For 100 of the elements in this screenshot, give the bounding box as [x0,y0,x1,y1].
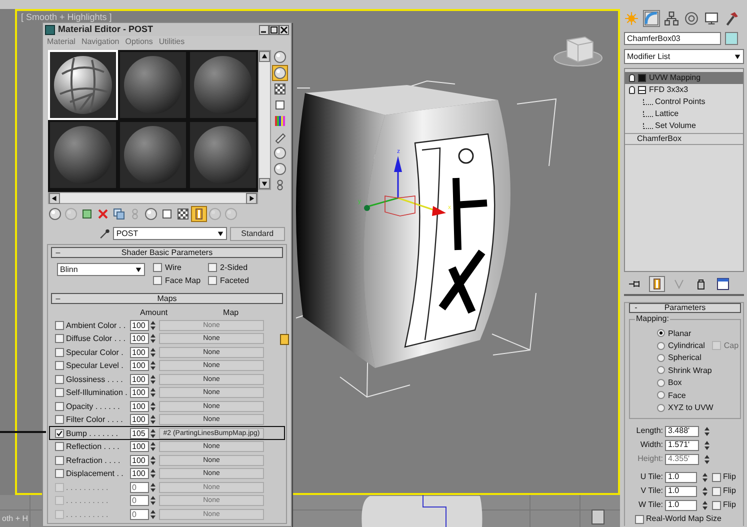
color-bars-icon[interactable] [273,114,287,128]
amount-field[interactable]: 100 [130,441,149,452]
checkbox[interactable] [55,428,64,438]
shader-dropdown[interactable]: Blinn [57,263,145,276]
checkbox[interactable] [55,402,64,411]
checkbox[interactable] [635,514,644,524]
spinner-icon[interactable] [704,440,710,450]
checkbox[interactable] [208,276,217,286]
minimize-button[interactable] [259,24,269,34]
spinner-icon[interactable] [702,472,708,482]
checkbox[interactable] [55,456,64,465]
scroll-down-arrow-icon[interactable] [261,180,268,187]
radio-button[interactable] [657,329,665,338]
material-name-field[interactable]: POST [113,227,227,240]
dropdown-arrow-icon[interactable] [734,53,741,60]
checker-icon[interactable] [176,206,190,220]
transform-gizmo-icon[interactable] [364,156,446,216]
stack-base-item[interactable]: ChamferBox [637,134,682,144]
delete-icon[interactable] [96,206,110,220]
collapse-toggle[interactable] [638,86,646,94]
sphere-icon[interactable] [273,50,287,64]
amount-field[interactable]: 100 [130,333,149,344]
tile-field[interactable]: 1.0 [665,500,697,510]
radio-button[interactable] [657,378,665,387]
bar-icon[interactable] [650,277,664,291]
sphere-icon[interactable] [48,206,62,220]
monitor-icon[interactable] [704,10,719,26]
radio-button[interactable] [657,366,665,374]
radio-button[interactable] [657,391,665,400]
checkbox[interactable] [55,442,64,452]
stack-subitem[interactable]: Control Points [655,97,706,107]
dropdown-arrow-icon[interactable] [216,230,224,237]
maximize-button[interactable] [269,24,279,34]
checkbox[interactable] [55,334,64,344]
amount-field[interactable]: 100 [130,374,149,385]
spinner-icon[interactable] [702,486,708,496]
square-icon[interactable] [160,206,174,220]
amount-field[interactable]: 100 [130,468,149,480]
target-icon[interactable] [684,10,699,26]
radio-button[interactable] [657,354,665,362]
checkbox[interactable] [55,469,64,478]
modifier-list-dropdown[interactable]: Modifier List [624,49,744,64]
color-swatch[interactable] [725,32,738,45]
amount-field[interactable]: 100 [130,346,149,358]
dropdown-arrow-icon[interactable] [135,266,142,273]
amount-field[interactable]: 105 [130,428,149,439]
box-icon[interactable] [80,206,94,220]
checkbox[interactable] [153,263,162,272]
sphere-icon[interactable] [144,206,158,220]
rollout-header[interactable]: – Shader Basic Parameters [51,247,283,258]
amount-field[interactable]: 100 [130,454,149,466]
hierarchy-icon[interactable] [664,10,679,26]
scroll-left-arrow-icon[interactable] [51,195,58,202]
scroll-right-arrow-icon[interactable] [248,195,255,202]
dimension-field[interactable]: 1.571' [665,440,699,450]
amount-field[interactable]: 100 [130,320,149,331]
checkbox[interactable] [55,361,64,370]
window-icon[interactable] [716,277,730,291]
menu-item[interactable]: Options [125,37,153,47]
rollout-header[interactable]: - Parameters [629,303,741,313]
stack-item[interactable]: UVW Mapping [625,72,743,84]
checkbox[interactable] [153,276,162,286]
sphere-icon[interactable] [273,66,287,80]
rollout-header[interactable]: – Maps [51,293,283,304]
sphere-icon[interactable] [273,146,287,160]
bulb-icon[interactable] [629,74,635,82]
menu-item[interactable]: Material [47,37,76,47]
stack-subitem[interactable]: Lattice [655,109,679,119]
tile-field[interactable]: 1.0 [665,486,697,496]
checkbox[interactable] [55,374,64,384]
checkbox[interactable] [712,500,721,510]
checkbox[interactable] [55,320,64,330]
collapse-toggle[interactable]: - [630,303,642,313]
copy-icon[interactable] [112,206,126,220]
spinner-icon[interactable] [702,500,708,510]
collapse-toggle[interactable]: – [52,294,64,304]
checkbox[interactable] [55,415,64,424]
amount-field[interactable]: 100 [130,387,149,398]
spinner-icon[interactable] [704,454,710,464]
bulb-icon[interactable] [629,86,635,94]
checkbox[interactable] [55,348,64,357]
hammer-icon[interactable] [724,10,739,26]
tile-field[interactable]: 1.0 [665,472,697,482]
object-name-field[interactable]: ChamferBox03 [624,32,721,45]
expand-toggle[interactable] [638,74,646,82]
lock-icon[interactable] [280,334,289,345]
eyedropper-icon[interactable] [99,228,110,240]
checker-icon[interactable] [273,82,287,96]
dimension-field[interactable]: 3.488' [665,426,699,436]
curve-icon[interactable] [644,10,659,26]
close-button[interactable] [279,24,289,34]
collapse-toggle[interactable]: – [52,248,64,258]
scroll-up-arrow-icon[interactable] [261,53,268,60]
checkbox[interactable] [712,486,721,496]
square-icon[interactable] [273,98,287,112]
amount-field[interactable]: 100 [130,414,149,426]
view-cube-icon[interactable] [554,36,602,66]
checkbox[interactable] [208,263,217,272]
stack-item[interactable]: FFD 3x3x3 [625,84,743,96]
checkbox[interactable] [712,472,721,482]
